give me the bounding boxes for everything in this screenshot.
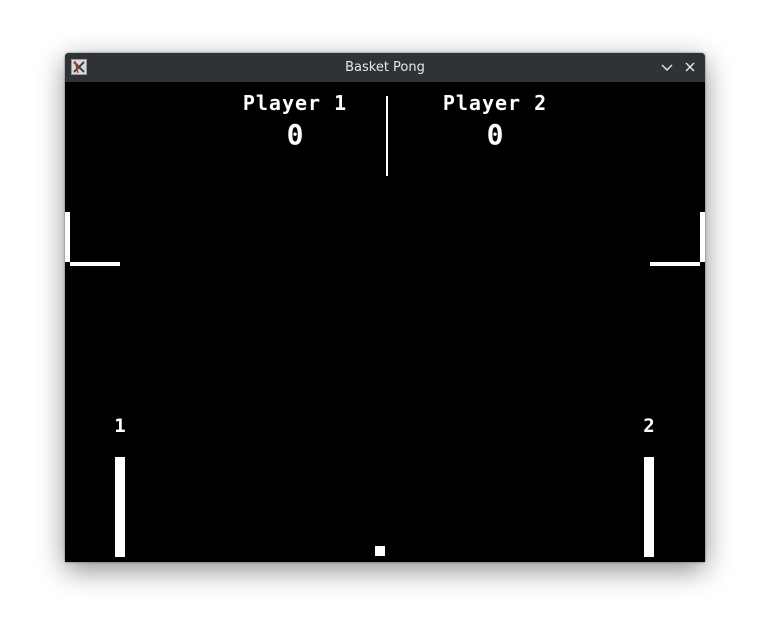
player1-label: Player 1	[242, 91, 348, 115]
close-icon[interactable]	[682, 59, 698, 75]
chevron-down-icon[interactable]	[659, 59, 675, 75]
right-paddle-label: 2	[643, 415, 655, 437]
window-title: Basket Pong	[345, 60, 425, 75]
player1-score: 0	[286, 118, 304, 151]
right-hoop-backboard	[700, 212, 705, 262]
right-paddle	[644, 457, 654, 557]
ball	[375, 546, 385, 556]
left-hoop-backboard	[65, 212, 70, 262]
game-window: Basket Pong Player 1 0 Player 2 0 1 2	[65, 53, 705, 562]
left-paddle-label: 1	[114, 415, 126, 437]
player2-label: Player 2	[442, 91, 548, 115]
player2-score: 0	[486, 118, 504, 151]
titlebar[interactable]: Basket Pong	[65, 53, 705, 82]
left-hoop-rim	[70, 262, 120, 266]
game-canvas[interactable]: Player 1 0 Player 2 0 1 2	[65, 82, 705, 562]
center-divider	[386, 96, 388, 176]
right-hoop-rim	[650, 262, 700, 266]
left-paddle	[115, 457, 125, 557]
